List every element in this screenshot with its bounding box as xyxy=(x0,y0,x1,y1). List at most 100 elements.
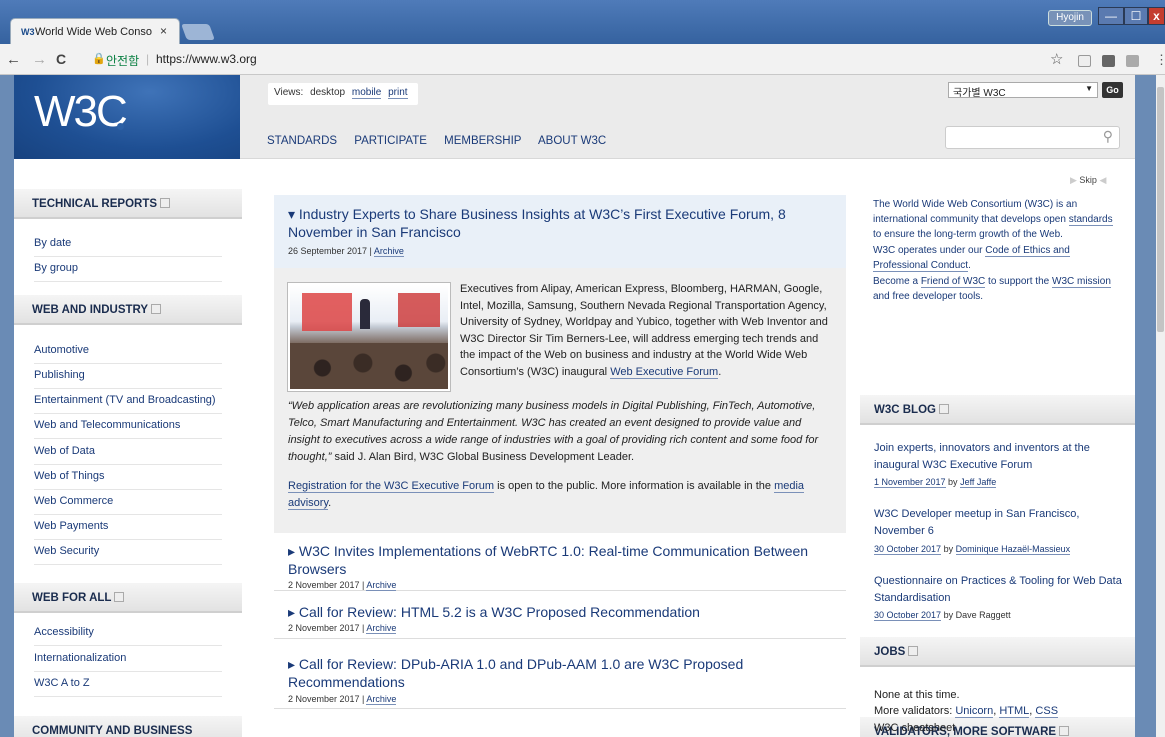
news-title-text: Call for Review: HTML 5.2 is a W3C Propo… xyxy=(298,604,700,620)
skip-arrow-icon: ◀ xyxy=(1096,175,1107,185)
toggle-square-icon[interactable] xyxy=(160,198,171,208)
sidebar-item-accessibility[interactable]: Accessibility xyxy=(34,621,222,646)
search-input[interactable]: ⚲ xyxy=(945,126,1120,149)
sidebar-item-by-group[interactable]: By group xyxy=(34,257,222,282)
minimize-button[interactable]: — xyxy=(1098,7,1124,25)
featured-archive-link[interactable]: Archive xyxy=(373,246,404,257)
standards-link[interactable]: standards xyxy=(1068,214,1113,226)
blog-post-link[interactable]: Questionnaire on Practices & Tooling for… xyxy=(874,573,1124,607)
skip-label: Skip xyxy=(1079,175,1097,185)
sidebar-item-web-of-things[interactable]: Web of Things xyxy=(34,465,222,490)
news-archive-link[interactable]: Archive xyxy=(366,623,397,634)
extension-icon[interactable] xyxy=(1126,55,1139,67)
sidebar-item-web-security[interactable]: Web Security xyxy=(34,540,222,565)
extension-icon[interactable] xyxy=(1078,55,1091,67)
registration-link[interactable]: Registration for the W3C Executive Forum xyxy=(288,480,495,493)
news-title-link[interactable]: ▸ W3C Invites Implementations of WebRTC … xyxy=(288,542,828,578)
cheatsheet-link[interactable]: W3C cheatsheet xyxy=(874,722,955,734)
blog-post-meta: 30 October 2017 by Dominique Hazaël-Mass… xyxy=(874,544,1071,555)
skip-control[interactable]: ▶ Skip ◀ xyxy=(1070,175,1106,186)
photo-audience xyxy=(290,343,448,389)
sidebar-heading-community-business[interactable]: COMMUNITY AND BUSINESS xyxy=(14,716,242,737)
validators-text: More validators: Unicorn, HTML, CSS xyxy=(874,705,1059,718)
collapsed-arrow-icon: ▸ xyxy=(288,656,299,672)
blog-post-link[interactable]: Join experts, innovators and inventors a… xyxy=(874,440,1124,474)
css-validator-link[interactable]: CSS xyxy=(1035,705,1059,718)
featured-title-link[interactable]: ▾ Industry Experts to Share Business Ins… xyxy=(288,205,828,241)
extension-icon[interactable] xyxy=(1102,55,1115,67)
sidebar-item-w3c-a-to-z[interactable]: W3C A to Z xyxy=(34,672,222,697)
news-title-link[interactable]: ▸ Call for Review: DPub-ARIA 1.0 and DPu… xyxy=(288,655,828,691)
toggle-square-icon[interactable] xyxy=(114,592,125,602)
reload-icon[interactable]: C xyxy=(56,51,66,67)
blog-post-link[interactable]: W3C Developer meetup in San Francisco, N… xyxy=(874,506,1124,540)
tab-favicon-icon: W3 xyxy=(21,27,35,37)
toggle-square-icon[interactable] xyxy=(151,304,162,314)
w3c-mission-link[interactable]: W3C mission xyxy=(1052,276,1111,288)
news-title-link[interactable]: ▸ Call for Review: HTML 5.2 is a W3C Pro… xyxy=(288,603,828,621)
page-scrollbar[interactable] xyxy=(1135,75,1165,737)
view-desktop-link[interactable]: desktop xyxy=(310,87,345,98)
w3c-logo[interactable]: W3C xyxy=(14,75,240,159)
web-executive-forum-link[interactable]: Web Executive Forum xyxy=(610,365,719,379)
sidebar-item-i18n[interactable]: Internationalization xyxy=(34,647,222,672)
about-text: The World Wide Web Consortium (W3C) is a… xyxy=(873,199,1078,225)
blog-author-link[interactable]: Dominique Hazaël-Massieux xyxy=(955,544,1071,555)
nav-participate[interactable]: PARTICIPATE xyxy=(354,135,427,147)
country-select[interactable]: 국가별 W3C ▼ xyxy=(948,82,1098,99)
friend-of-w3c-link[interactable]: Friend of W3C xyxy=(920,276,986,288)
sidebar-item-automotive[interactable]: Automotive xyxy=(34,339,222,364)
address-bar[interactable]: 🔒 안전함 | https://www.w3.org xyxy=(78,49,1088,70)
maximize-button[interactable]: ☐ xyxy=(1124,7,1148,25)
view-print-link[interactable]: print xyxy=(388,87,408,99)
blog-author-link[interactable]: Jeff Jaffe xyxy=(960,477,997,488)
news-archive-link[interactable]: Archive xyxy=(366,694,397,705)
bookmark-star-icon[interactable]: ☆ xyxy=(1050,50,1063,68)
search-icon[interactable]: ⚲ xyxy=(1103,128,1113,145)
sidebar-heading-label: WEB AND INDUSTRY xyxy=(32,304,149,316)
browser-menu-icon[interactable]: ⋮ xyxy=(1155,52,1165,68)
news-archive-link[interactable]: Archive xyxy=(366,580,397,591)
nav-membership[interactable]: MEMBERSHIP xyxy=(444,135,521,147)
sidebar-heading-web-and-industry[interactable]: WEB AND INDUSTRY xyxy=(14,295,242,325)
browser-tab[interactable]: W3 World Wide Web Conso × xyxy=(10,18,180,44)
sidebar-item-publishing[interactable]: Publishing xyxy=(34,364,222,389)
blog-date-link[interactable]: 30 October 2017 xyxy=(874,544,942,555)
news-date: 2 November 2017 | Archive xyxy=(288,623,397,634)
nav-about[interactable]: ABOUT W3C xyxy=(538,135,606,147)
toggle-square-icon[interactable] xyxy=(1059,726,1070,736)
expand-arrow-icon: ▾ xyxy=(288,206,299,222)
blog-date-link[interactable]: 1 November 2017 xyxy=(874,477,946,488)
html-validator-link[interactable]: HTML xyxy=(999,705,1030,718)
back-icon[interactable]: ← xyxy=(6,51,21,68)
sidebar-item-web-payments[interactable]: Web Payments xyxy=(34,515,222,540)
sidebar-item-web-commerce[interactable]: Web Commerce xyxy=(34,490,222,515)
close-window-button[interactable]: x xyxy=(1148,7,1165,25)
blog-date-link[interactable]: 30 October 2017 xyxy=(874,610,942,621)
photo-screen xyxy=(398,293,440,327)
url-text[interactable]: https://www.w3.org xyxy=(156,52,257,66)
featured-paragraph-text: Executives from Alipay, American Express… xyxy=(460,283,828,378)
about-text: to support the xyxy=(985,276,1052,287)
go-button[interactable]: Go xyxy=(1102,82,1123,98)
blog-heading[interactable]: W3C BLOG xyxy=(860,395,1135,425)
new-tab-button[interactable] xyxy=(181,24,215,40)
profile-badge[interactable]: Hyojin xyxy=(1048,10,1092,26)
blog-heading-label: W3C BLOG xyxy=(874,404,936,416)
toggle-square-icon[interactable] xyxy=(908,646,919,656)
forward-icon[interactable]: → xyxy=(32,51,47,68)
tab-close-icon[interactable]: × xyxy=(160,24,167,38)
sidebar-heading-technical-reports[interactable]: TECHNICAL REPORTS xyxy=(14,189,242,219)
sidebar-item-web-telecom[interactable]: Web and Telecommunications xyxy=(34,414,222,439)
sidebar-heading-web-for-all[interactable]: WEB FOR ALL xyxy=(14,583,242,613)
nav-standards[interactable]: STANDARDS xyxy=(267,135,337,147)
unicorn-link[interactable]: Unicorn xyxy=(955,705,994,718)
scrollbar-thumb[interactable] xyxy=(1157,87,1164,332)
left-sidebar: TECHNICAL REPORTS By date By group WEB A… xyxy=(14,159,242,737)
sidebar-item-entertainment[interactable]: Entertainment (TV and Broadcasting) xyxy=(34,389,222,414)
jobs-heading[interactable]: JOBS xyxy=(860,637,1135,667)
sidebar-item-by-date[interactable]: By date xyxy=(34,232,222,257)
sidebar-item-web-of-data[interactable]: Web of Data xyxy=(34,440,222,465)
toggle-square-icon[interactable] xyxy=(938,404,949,414)
view-mobile-link[interactable]: mobile xyxy=(351,87,382,99)
